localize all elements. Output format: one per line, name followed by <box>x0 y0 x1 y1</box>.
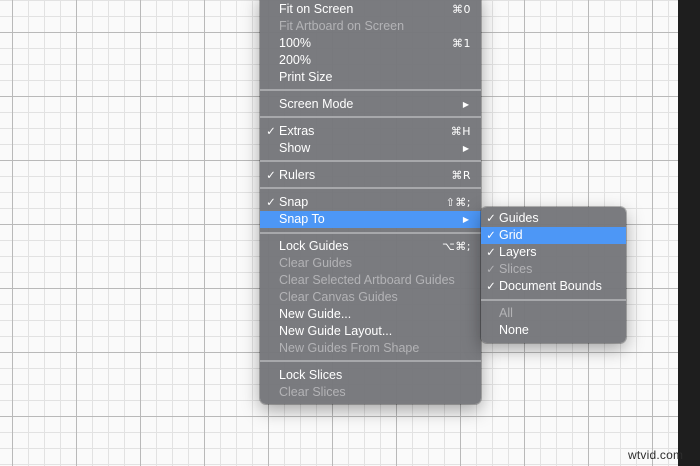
watermark-text: wtvid.com <box>628 448 684 462</box>
menu-item-lock-slices[interactable]: Lock Slices <box>260 367 481 384</box>
check-icon: ✓ <box>486 228 496 242</box>
submenu-item-label: All <box>499 306 513 320</box>
menu-separator <box>260 89 481 91</box>
menu-separator <box>481 299 626 301</box>
menu-item-new-guides-from-shape: New Guides From Shape <box>260 340 481 357</box>
menu-item-fit-artboard-on-screen: Fit Artboard on Screen <box>260 18 481 35</box>
menu-item-print-size[interactable]: Print Size <box>260 69 481 86</box>
menu-item-label: Clear Guides <box>279 256 352 270</box>
menu-item-label: Print Size <box>279 70 333 84</box>
menu-item-label: New Guide... <box>279 307 352 321</box>
menu-item-snap[interactable]: ✓ Snap ⇧⌘; <box>260 194 481 211</box>
submenu-item-label: Layers <box>499 245 537 259</box>
view-menu: Fit on Screen ⌘0 Fit Artboard on Screen … <box>260 0 481 404</box>
menu-item-shortcut: ⌘H <box>450 125 471 138</box>
menu-item-fit-on-screen[interactable]: Fit on Screen ⌘0 <box>260 1 481 18</box>
menu-item-new-guide-layout[interactable]: New Guide Layout... <box>260 323 481 340</box>
menu-item-label: Clear Slices <box>279 385 346 399</box>
submenu-item-label: Document Bounds <box>499 279 602 293</box>
menu-item-200-percent[interactable]: 200% <box>260 52 481 69</box>
check-icon: ✓ <box>486 279 496 293</box>
submenu-item-label: Guides <box>499 211 539 225</box>
submenu-item-label: Slices <box>499 262 533 276</box>
submenu-item-slices: ✓ Slices <box>481 261 626 278</box>
menu-item-new-guide[interactable]: New Guide... <box>260 306 481 323</box>
menu-separator <box>260 232 481 234</box>
submenu-item-label: None <box>499 323 529 337</box>
check-icon: ✓ <box>486 262 496 276</box>
snap-to-submenu: ✓ Guides ✓ Grid ✓ Layers ✓ Slices ✓ Docu… <box>481 207 626 343</box>
check-icon: ✓ <box>486 245 496 259</box>
check-icon: ✓ <box>266 124 276 138</box>
menu-item-label: Snap <box>279 195 309 209</box>
menu-separator <box>260 187 481 189</box>
menu-item-label: Fit Artboard on Screen <box>279 19 405 33</box>
menu-item-shortcut: ⌘1 <box>452 37 471 50</box>
menu-item-label: Clear Canvas Guides <box>279 290 398 304</box>
menu-item-rulers[interactable]: ✓ Rulers ⌘R <box>260 167 481 184</box>
menu-item-label: 200% <box>279 53 311 67</box>
menu-item-label: New Guide Layout... <box>279 324 393 338</box>
menu-item-extras[interactable]: ✓ Extras ⌘H <box>260 123 481 140</box>
menu-item-shortcut: ⌘0 <box>452 3 471 16</box>
menu-separator <box>260 116 481 118</box>
menu-item-screen-mode[interactable]: Screen Mode ▶ <box>260 96 481 113</box>
menu-separator <box>260 160 481 162</box>
submenu-item-all: All <box>481 305 626 322</box>
check-icon: ✓ <box>266 168 276 182</box>
menu-item-shortcut: ⌥⌘; <box>442 240 471 253</box>
menu-item-label: Show <box>279 141 311 155</box>
menu-item-label: Snap To <box>279 212 325 226</box>
check-icon: ✓ <box>486 211 496 225</box>
menu-item-clear-guides: Clear Guides <box>260 255 481 272</box>
submenu-item-grid[interactable]: ✓ Grid <box>481 227 626 244</box>
menu-item-label: Lock Guides <box>279 239 349 253</box>
menu-item-clear-canvas-guides: Clear Canvas Guides <box>260 289 481 306</box>
menu-item-label: New Guides From Shape <box>279 341 420 355</box>
menu-item-label: Screen Mode <box>279 97 354 111</box>
menu-item-snap-to[interactable]: Snap To ▶ <box>260 211 481 228</box>
menu-item-clear-selected-artboard-guides: Clear Selected Artboard Guides <box>260 272 481 289</box>
menu-item-label: 100% <box>279 36 311 50</box>
menu-item-clear-slices: Clear Slices <box>260 384 481 401</box>
submenu-item-label: Grid <box>499 228 523 242</box>
menu-separator <box>260 360 481 362</box>
menu-item-100-percent[interactable]: 100% ⌘1 <box>260 35 481 52</box>
menu-item-lock-guides[interactable]: Lock Guides ⌥⌘; <box>260 238 481 255</box>
menu-item-show[interactable]: Show ▶ <box>260 140 481 157</box>
right-panel-edge <box>678 0 700 466</box>
submenu-arrow-icon: ▶ <box>462 144 469 153</box>
menu-item-label: Fit on Screen <box>279 2 354 16</box>
submenu-item-document-bounds[interactable]: ✓ Document Bounds <box>481 278 626 295</box>
submenu-item-none[interactable]: None <box>481 322 626 339</box>
menu-item-shortcut: ⇧⌘; <box>445 196 471 209</box>
menu-item-label: Rulers <box>279 168 316 182</box>
menu-item-shortcut: ⌘R <box>451 169 471 182</box>
submenu-item-layers[interactable]: ✓ Layers <box>481 244 626 261</box>
menu-item-label: Lock Slices <box>279 368 343 382</box>
submenu-item-guides[interactable]: ✓ Guides <box>481 210 626 227</box>
menu-item-label: Clear Selected Artboard Guides <box>279 273 455 287</box>
check-icon: ✓ <box>266 195 276 209</box>
menu-item-label: Extras <box>279 124 315 138</box>
submenu-arrow-icon: ▶ <box>462 215 469 224</box>
submenu-arrow-icon: ▶ <box>462 100 469 109</box>
